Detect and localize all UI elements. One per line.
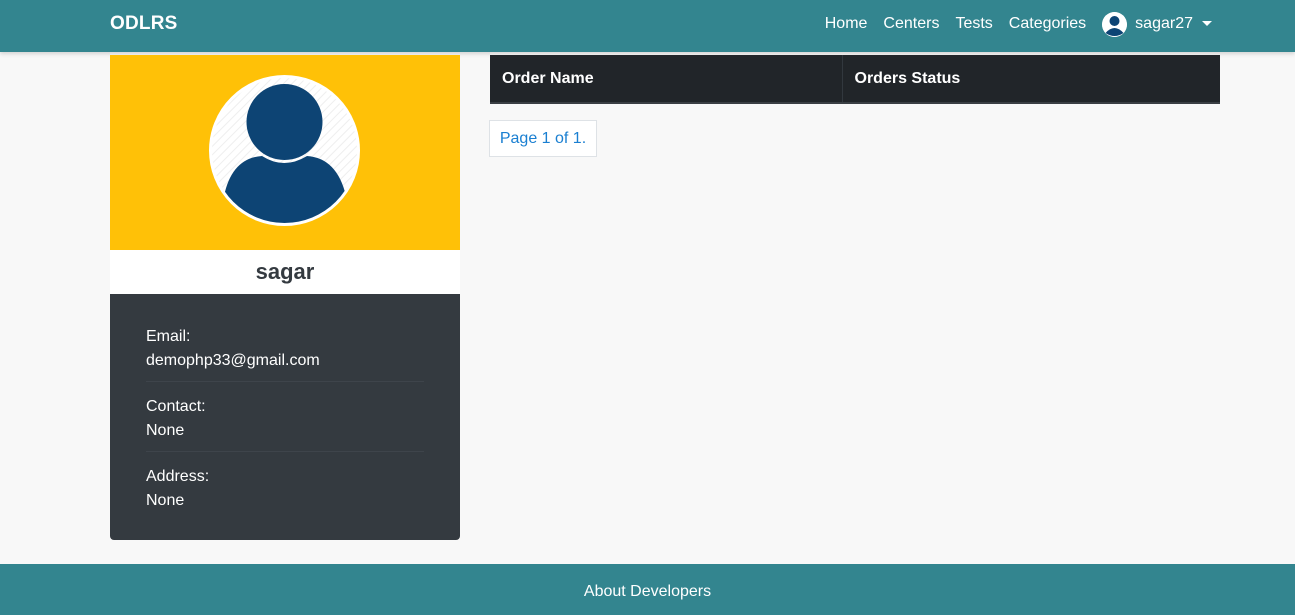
about-developers-link[interactable]: About Developers [584,583,711,601]
email-value: demophp33@gmail.com [146,352,320,369]
page-footer: About Developers [0,564,1295,615]
profile-banner [110,55,460,250]
nav-link-tests[interactable]: Tests [955,15,992,33]
caret-down-icon [1202,20,1212,26]
pagination-indicator[interactable]: Page 1 of 1. [489,120,597,157]
nav-link-home[interactable]: Home [825,15,868,33]
user-dropdown-toggle[interactable]: sagar27 [1102,11,1212,37]
address-label: Address: [146,468,210,485]
address-info: Address: None [146,465,424,521]
user-circle-icon [1102,11,1128,37]
top-navbar: ODLRS Home Centers Tests Categories saga… [0,0,1295,52]
profile-info-panel: Email: demophp33@gmail.com Contact: None… [110,294,460,540]
brand-logo[interactable]: ODLRS [110,13,178,35]
email-info: Email: demophp33@gmail.com [146,325,424,382]
nav-link-centers[interactable]: Centers [883,15,939,33]
username-label: sagar27 [1135,15,1193,32]
profile-card: sagar Email: demophp33@gmail.com Contact… [110,55,460,540]
nav-link-categories[interactable]: Categories [1009,15,1086,33]
contact-label: Contact: [146,398,206,415]
contact-info: Contact: None [146,395,424,452]
nav-links: Home Centers Tests Categories sagar27 [825,0,1212,48]
orders-table: Order Name Orders Status [490,55,1220,104]
address-value: None [146,492,185,509]
table-header-row: Order Name Orders Status [490,55,1220,104]
column-header-orders-status: Orders Status [842,55,1220,104]
contact-value: None [146,422,185,439]
email-label: Email: [146,328,191,345]
column-header-order-name: Order Name [490,55,843,104]
profile-name: sagar [110,250,460,294]
user-avatar-icon [209,75,360,226]
